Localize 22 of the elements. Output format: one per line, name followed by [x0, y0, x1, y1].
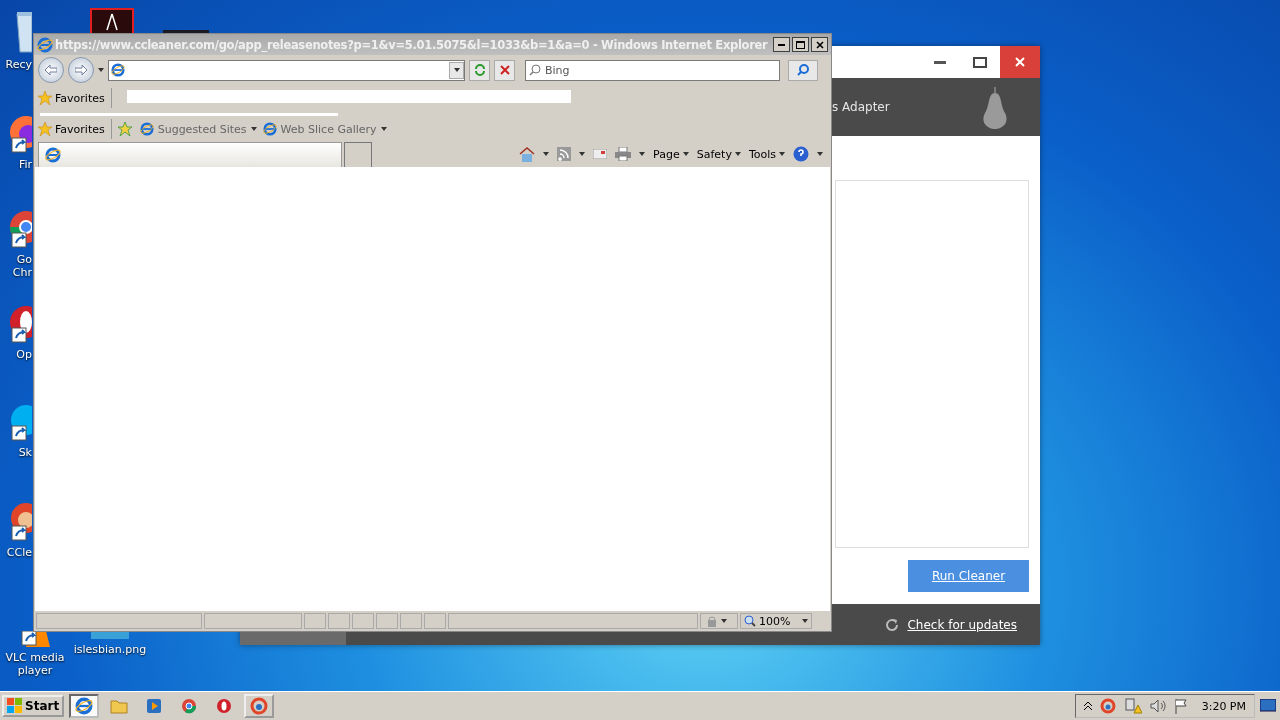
window-title: https://www.ccleaner.com/go/app_releasenotes?p=1&v=5.01.5075&l=1033&b=1&a=0 - Windows Internet Explorer — [55, 37, 769, 52]
desktop-icon-label: CCle — [6, 546, 32, 559]
desktop-icon-label: Go Chr — [12, 253, 32, 279]
system-info-text: s Adapter — [832, 100, 890, 114]
desktop-icon-label: Sk — [18, 446, 32, 459]
desktop-icon-label: islesbian.png — [73, 643, 147, 656]
desktop-icon-label: Op — [16, 348, 32, 361]
command-menu[interactable]: Safety — [696, 147, 741, 161]
desktop-icon-label: Fir — [18, 158, 32, 171]
search-field[interactable]: Bing — [525, 59, 780, 81]
favorites-button[interactable]: Favorites — [38, 122, 105, 136]
command-menu[interactable]: Tools — [748, 147, 785, 161]
zoom-control[interactable]: 100% — [740, 613, 812, 629]
check-for-updates-link[interactable]: Check for updates — [907, 617, 1017, 632]
favorite-link[interactable]: Suggested Sites — [139, 122, 257, 136]
start-button[interactable]: Start — [2, 695, 65, 717]
command-menu[interactable]: Page — [653, 147, 689, 161]
favorites-button[interactable]: Favorites — [38, 91, 105, 105]
desktop-icon-label: VLC media player — [5, 651, 65, 677]
favorite-link[interactable]: Web Slice Gallery — [262, 122, 387, 136]
clock[interactable]: 3:20 PM — [1201, 699, 1246, 713]
desktop-icon-label: Recy — [5, 58, 32, 71]
